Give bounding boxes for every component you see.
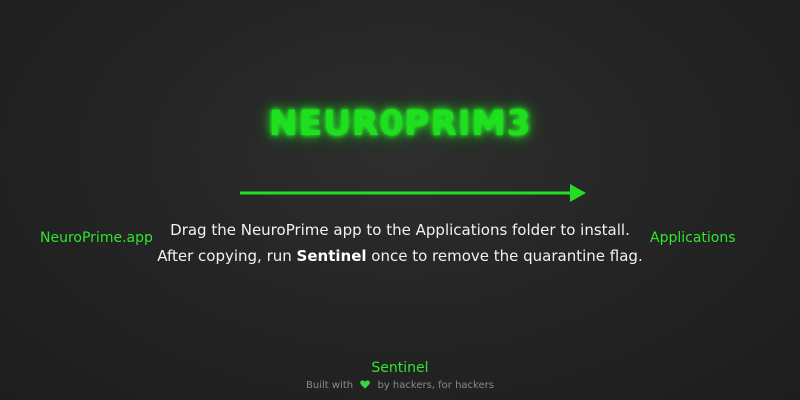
installer-window: NEUR0PRIM3 NeuroPrime.app Drag the Neuro… — [0, 0, 800, 400]
sentinel-app[interactable]: Sentinel — [0, 360, 800, 376]
applications-folder-label[interactable]: Applications — [650, 230, 736, 246]
footer-prefix: Built with — [306, 380, 354, 391]
footer-suffix: by hackers, for hackers — [377, 380, 494, 391]
neuroprime-app-icon-label[interactable]: NeuroPrime.app — [40, 230, 153, 246]
instruction-line-2: After copying, run Sentinel once to remo… — [150, 243, 650, 269]
app-logo: NEUR0PRIM3 — [268, 104, 532, 144]
drag-arrow-icon — [240, 184, 586, 202]
footer-credit: Built with by hackers, for hackers — [0, 380, 800, 391]
sentinel-label[interactable]: Sentinel — [371, 360, 428, 376]
instruction-text-before: After copying, run — [157, 247, 297, 265]
instruction-line-1: Drag the NeuroPrime app to the Applicati… — [170, 221, 630, 239]
green-heart-icon — [360, 380, 371, 389]
instruction-text-after: once to remove the quarantine flag. — [366, 247, 643, 265]
install-instructions: Drag the NeuroPrime app to the Applicati… — [150, 217, 650, 269]
instruction-sentinel-bold: Sentinel — [296, 247, 367, 265]
